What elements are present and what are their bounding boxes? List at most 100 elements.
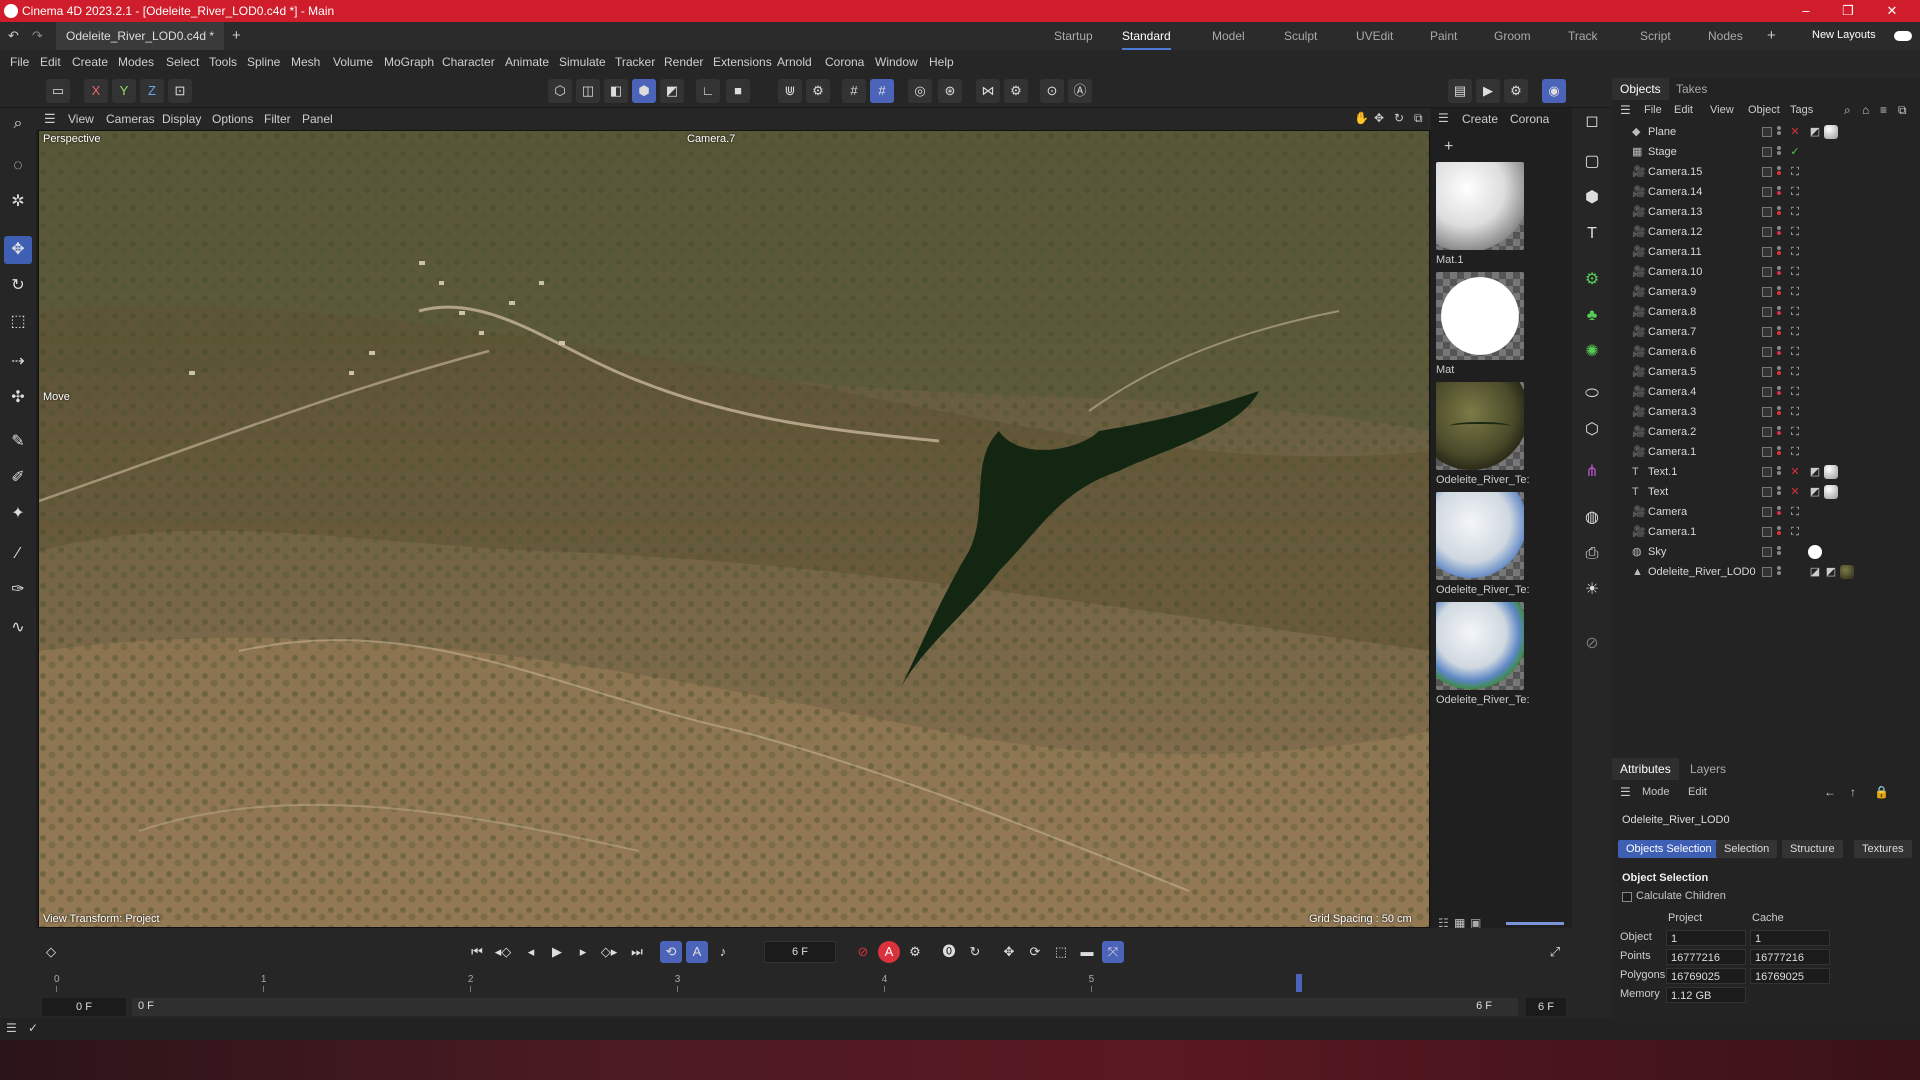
play-icon[interactable]: ▶ bbox=[546, 941, 568, 963]
render-visibility-dot[interactable] bbox=[1777, 151, 1781, 155]
tab-takes[interactable]: Takes bbox=[1668, 78, 1715, 100]
layer-checkbox[interactable] bbox=[1762, 147, 1772, 157]
visibility-dots[interactable] bbox=[1777, 506, 1781, 518]
render-visibility-dot[interactable] bbox=[1777, 531, 1781, 535]
visibility-dots[interactable] bbox=[1777, 526, 1781, 538]
objects-selection-button[interactable]: Objects Selection bbox=[1618, 840, 1720, 858]
field-icon[interactable]: ⬭ bbox=[1578, 380, 1606, 408]
editor-visibility-dot[interactable] bbox=[1777, 346, 1781, 350]
render-visibility-dot[interactable] bbox=[1777, 451, 1781, 455]
material-tag-icon[interactable] bbox=[1824, 465, 1838, 479]
layer-checkbox[interactable] bbox=[1762, 347, 1772, 357]
viewport-menu-display[interactable]: Display bbox=[162, 108, 201, 130]
editor-visibility-dot[interactable] bbox=[1777, 406, 1781, 410]
axis-mode-icon[interactable]: ■ bbox=[726, 79, 750, 103]
cube-icon[interactable]: ⬢ bbox=[1578, 184, 1606, 212]
current-frame-field[interactable]: 6 F bbox=[764, 941, 836, 963]
autokey-mode-icon[interactable]: A bbox=[686, 941, 708, 963]
editor-visibility-dot[interactable] bbox=[1777, 146, 1781, 150]
object-row[interactable]: 🎥 Camera.5 ⛶ bbox=[1612, 362, 1920, 382]
visibility-dots[interactable] bbox=[1777, 546, 1781, 558]
next-key-icon[interactable]: ◇▸ bbox=[598, 941, 620, 963]
live-selection-icon[interactable]: ◌ bbox=[4, 152, 32, 180]
enabled-icon[interactable]: ✓ bbox=[1788, 145, 1802, 159]
interpolation-icon[interactable]: ⤧ bbox=[1102, 941, 1124, 963]
visibility-dots[interactable] bbox=[1777, 466, 1781, 478]
move-tool-icon[interactable]: ✥ bbox=[4, 236, 32, 264]
new-window-icon[interactable]: ⧉ bbox=[1898, 103, 1907, 118]
go-to-start-icon[interactable]: ⏮ bbox=[466, 941, 488, 963]
viewport-menu-filter[interactable]: Filter bbox=[264, 108, 291, 130]
home-icon[interactable]: ⌂ bbox=[1862, 103, 1869, 117]
camera-create-icon[interactable]: ⎙ bbox=[1578, 540, 1606, 568]
visibility-dots[interactable] bbox=[1777, 566, 1781, 578]
add-layout-icon[interactable]: + bbox=[1767, 27, 1776, 44]
object-name[interactable]: Text.1 bbox=[1648, 462, 1677, 482]
camera-target-icon[interactable]: ⛶ bbox=[1788, 445, 1802, 459]
point-level-icon[interactable]: ⬚ bbox=[1050, 941, 1072, 963]
active-camera-label[interactable]: Camera.7 bbox=[687, 133, 735, 145]
go-to-end-icon[interactable]: ⏭ bbox=[626, 941, 648, 963]
previous-frame-icon[interactable]: ◂ bbox=[520, 941, 542, 963]
material-thumbnail[interactable] bbox=[1436, 382, 1524, 470]
menu-extensions[interactable]: Extensions bbox=[713, 50, 772, 74]
uv-mode-icon[interactable]: ◩ bbox=[660, 79, 684, 103]
editor-visibility-dot[interactable] bbox=[1777, 326, 1781, 330]
key-position-icon[interactable]: ⓿ bbox=[938, 941, 960, 963]
generator-icon[interactable]: ⚙ bbox=[1578, 266, 1606, 294]
environment-icon[interactable]: ◍ bbox=[1578, 504, 1606, 532]
editor-visibility-dot[interactable] bbox=[1777, 446, 1781, 450]
render-visibility-dot[interactable] bbox=[1777, 251, 1781, 255]
rotate-tool-icon[interactable]: ↻ bbox=[4, 272, 32, 300]
object-name[interactable]: Camera.7 bbox=[1648, 322, 1696, 342]
light-icon[interactable]: ☀ bbox=[1578, 576, 1606, 604]
object-name[interactable]: Camera.1 bbox=[1648, 442, 1696, 462]
interactive-render-icon[interactable]: ◉ bbox=[1542, 79, 1566, 103]
selection-filter-icon[interactable]: ▭ bbox=[46, 79, 70, 103]
render-visibility-dot[interactable] bbox=[1777, 331, 1781, 335]
material-tag-icon[interactable] bbox=[1824, 485, 1838, 499]
material-thumbnail[interactable] bbox=[1436, 272, 1524, 360]
layout-tab-model[interactable]: Model bbox=[1212, 22, 1245, 50]
paint-icon[interactable]: ✑ bbox=[4, 576, 32, 604]
camera-target-icon[interactable]: ⛶ bbox=[1788, 505, 1802, 519]
viewport-menu-options[interactable]: Options bbox=[212, 108, 253, 130]
object-row[interactable]: ◍ Sky bbox=[1612, 542, 1920, 562]
undo-icon[interactable]: ↶ bbox=[8, 28, 19, 44]
object-row[interactable]: 🎥 Camera.6 ⛶ bbox=[1612, 342, 1920, 362]
objects-menu-tags[interactable]: Tags bbox=[1790, 104, 1813, 116]
objects-hamburger-icon[interactable]: ☰ bbox=[1620, 103, 1631, 117]
editor-visibility-dot[interactable] bbox=[1777, 166, 1781, 170]
object-name[interactable]: Stage bbox=[1648, 142, 1677, 162]
attributes-hamburger-icon[interactable]: ☰ bbox=[1620, 785, 1631, 799]
render-visibility-dot[interactable] bbox=[1777, 211, 1781, 215]
tab-objects[interactable]: Objects bbox=[1612, 78, 1669, 100]
redo-icon[interactable]: ↷ bbox=[32, 28, 43, 44]
menu-tools[interactable]: Tools bbox=[209, 50, 237, 74]
layer-checkbox[interactable] bbox=[1762, 387, 1772, 397]
layer-checkbox[interactable] bbox=[1762, 227, 1772, 237]
calculate-children-checkbox[interactable] bbox=[1622, 892, 1632, 902]
new-tab-icon[interactable]: + bbox=[232, 27, 241, 44]
visibility-dots[interactable] bbox=[1777, 266, 1781, 278]
layer-checkbox[interactable] bbox=[1762, 447, 1772, 457]
object-name[interactable]: Camera.8 bbox=[1648, 302, 1696, 322]
render-visibility-dot[interactable] bbox=[1777, 131, 1781, 135]
menu-window[interactable]: Window bbox=[875, 50, 918, 74]
material-tag-icon[interactable] bbox=[1824, 125, 1838, 139]
layer-checkbox[interactable] bbox=[1762, 507, 1772, 517]
object-name[interactable]: Camera.5 bbox=[1648, 362, 1696, 382]
snap-icon[interactable]: ⋓ bbox=[778, 79, 802, 103]
object-row[interactable]: 🎥 Camera.9 ⛶ bbox=[1612, 282, 1920, 302]
volume-icon[interactable]: ⬡ bbox=[1578, 416, 1606, 444]
render-visibility-dot[interactable] bbox=[1777, 571, 1781, 575]
layout-tab-script[interactable]: Script bbox=[1640, 22, 1671, 50]
editor-visibility-dot[interactable] bbox=[1777, 306, 1781, 310]
object-row[interactable]: T Text.1 ✕ ◩ bbox=[1612, 462, 1920, 482]
object-row[interactable]: 🎥 Camera.15 ⛶ bbox=[1612, 162, 1920, 182]
layer-checkbox[interactable] bbox=[1762, 247, 1772, 257]
layer-checkbox[interactable] bbox=[1762, 487, 1772, 497]
sketch-icon[interactable]: ✐ bbox=[4, 464, 32, 492]
visibility-dots[interactable] bbox=[1777, 126, 1781, 138]
visibility-dots[interactable] bbox=[1777, 326, 1781, 338]
